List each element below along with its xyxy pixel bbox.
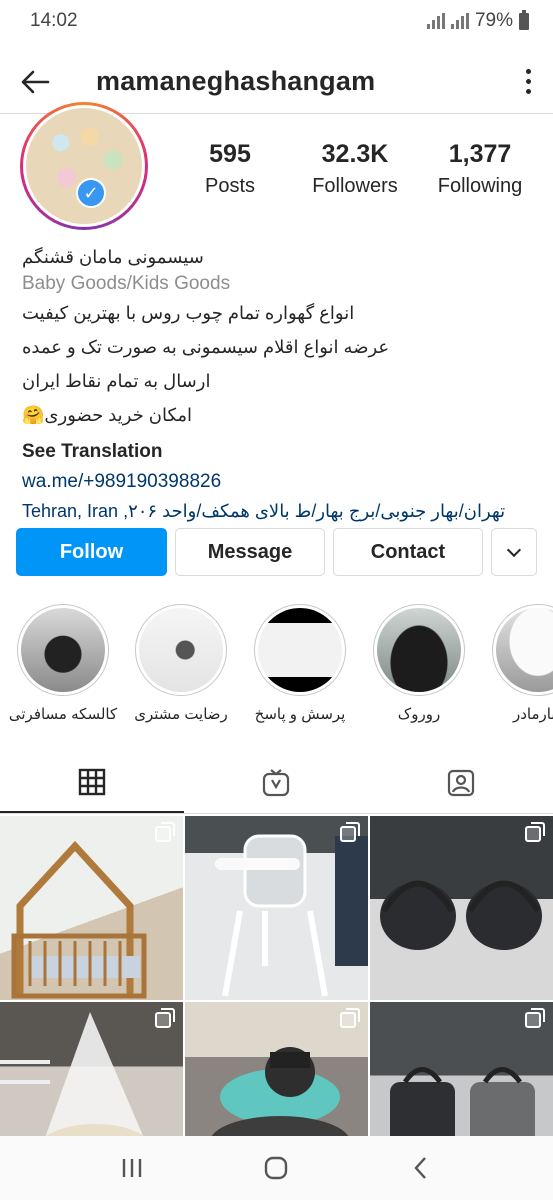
- home-icon: [265, 1156, 288, 1180]
- multi-photo-icon: [525, 822, 545, 842]
- home-button[interactable]: [246, 1143, 306, 1193]
- profile-bio: سیسمونی مامان قشنگم Baby Goods/Kids Good…: [22, 246, 532, 528]
- multi-photo-icon: [155, 822, 175, 842]
- profile-category: Baby Goods/Kids Goods: [22, 273, 231, 294]
- tagged-icon: [447, 769, 474, 796]
- highlight-cover: [21, 608, 105, 692]
- bio-line: ارسال به تمام نقاط ایران: [22, 371, 211, 391]
- profile-avatar[interactable]: ✓: [20, 102, 148, 230]
- tab-tagged[interactable]: [369, 752, 553, 813]
- multi-photo-icon: [340, 822, 360, 842]
- back-button[interactable]: [0, 50, 70, 114]
- highlight-item[interactable]: کنارمادر: [483, 604, 553, 723]
- follow-button[interactable]: Follow: [16, 528, 167, 576]
- multi-photo-icon: [525, 1008, 545, 1028]
- chevron-left-icon: [414, 1157, 426, 1179]
- highlight-label: کنارمادر: [512, 706, 553, 723]
- story-highlights: کالسکه مسافرتی رضایت مشتری پرسش و پاسخ ر…: [0, 604, 553, 734]
- multi-photo-icon: [340, 1008, 360, 1028]
- grid-icon: [78, 768, 106, 795]
- posts-count[interactable]: 595 Posts: [170, 140, 290, 198]
- wooden-bed-image: [11, 840, 147, 999]
- car-seats-image: [380, 880, 542, 950]
- highlight-label: روروک: [397, 706, 441, 723]
- highlight-cover: [139, 608, 223, 692]
- highlight-label: پرسش و پاسخ: [254, 706, 346, 723]
- highlight-item[interactable]: پرسش و پاسخ: [245, 604, 355, 723]
- more-options-icon: [525, 69, 531, 94]
- avatar-image: ✓: [26, 108, 142, 224]
- contact-button[interactable]: Contact: [333, 528, 483, 576]
- highlight-item[interactable]: روروک: [364, 604, 474, 723]
- options-button[interactable]: [503, 50, 553, 114]
- status-bar: 14:02 79%: [0, 0, 553, 42]
- recent-apps-button[interactable]: [102, 1143, 162, 1193]
- message-button[interactable]: Message: [175, 528, 325, 576]
- following-count[interactable]: 1,377 Following: [420, 140, 540, 198]
- system-back-button[interactable]: [391, 1143, 451, 1193]
- suggested-accounts-button[interactable]: [491, 528, 537, 576]
- see-translation-link[interactable]: See Translation: [22, 440, 532, 470]
- posts-grid: [0, 816, 553, 1186]
- back-arrow-icon: [21, 70, 50, 93]
- system-navigation-bar: [0, 1136, 553, 1200]
- profile-username: mamaneghashangam: [96, 66, 376, 96]
- stat-value: 32.3K: [321, 140, 389, 168]
- battery-icon: [519, 9, 529, 30]
- tab-grid[interactable]: [0, 752, 185, 813]
- verified-badge-icon: ✓: [76, 178, 106, 208]
- profile-stats: 595 Posts 32.3K Followers 1,377 Followin…: [170, 140, 540, 198]
- address-link[interactable]: تهران/بهار جنوبی/برج بهار/ط بالای همکف/و…: [22, 500, 532, 528]
- highlight-cover: [258, 608, 342, 692]
- recent-apps-icon: [122, 1159, 142, 1177]
- post-thumbnail[interactable]: [370, 816, 553, 1000]
- stat-value: 595: [209, 140, 251, 168]
- status-icons: 79%: [426, 9, 529, 32]
- wifi-signal-icon: [426, 13, 445, 29]
- post-thumbnail[interactable]: [0, 816, 183, 1000]
- highlight-label: کالسکه مسافرتی: [8, 706, 118, 723]
- multi-photo-icon: [155, 1008, 175, 1028]
- bio-line: عرضه انواع اقلام سیسمونی به صورت تک و عم…: [22, 337, 390, 357]
- tab-igtv[interactable]: [184, 752, 368, 813]
- highlight-item[interactable]: کالسکه مسافرتی: [8, 604, 118, 723]
- stat-label: Followers: [312, 175, 398, 197]
- bio-line: امکان خرید حضوری🤗: [22, 405, 193, 425]
- highlight-item[interactable]: رضایت مشتری: [126, 604, 236, 723]
- high-chair-image: [215, 834, 368, 997]
- status-time: 14:02: [30, 10, 78, 31]
- cell-signal-icon: [450, 13, 469, 29]
- profile-display-name: سیسمونی مامان قشنگم: [22, 247, 204, 267]
- stat-label: Posts: [204, 175, 256, 197]
- chevron-down-icon: [506, 542, 522, 557]
- post-thumbnail[interactable]: [185, 816, 368, 1000]
- followers-count[interactable]: 32.3K Followers: [295, 140, 415, 198]
- stat-label: Following: [437, 175, 523, 197]
- bio-line: انواع گهواره تمام چوب روس با بهترین کیفی…: [22, 303, 355, 323]
- igtv-icon: [263, 768, 290, 796]
- highlight-cover: [496, 608, 553, 692]
- profile-actions: Follow Message Contact: [16, 528, 537, 576]
- highlight-cover: [377, 608, 461, 692]
- stat-value: 1,377: [448, 140, 512, 168]
- battery-percent: 79%: [474, 10, 513, 31]
- profile-tabs: [0, 752, 553, 814]
- website-link[interactable]: wa.me/+989190398826: [22, 470, 532, 500]
- highlight-label: رضایت مشتری: [134, 706, 228, 723]
